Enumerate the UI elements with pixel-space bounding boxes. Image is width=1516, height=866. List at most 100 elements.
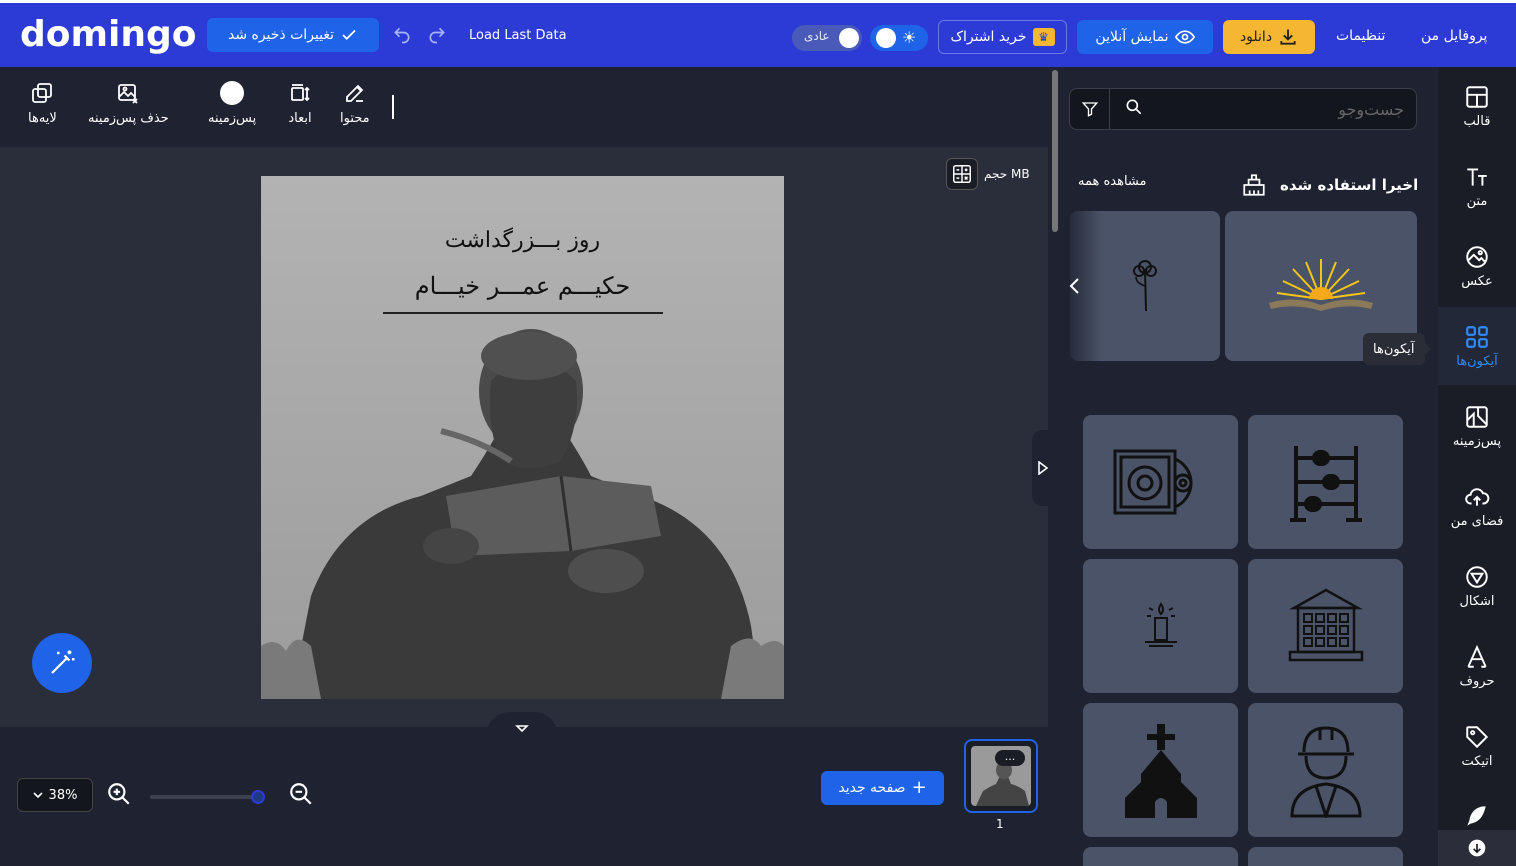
settings-link[interactable]: تنظیمات	[1336, 28, 1385, 44]
icon-card-church[interactable]	[1083, 703, 1238, 837]
dimensions-label: ابعاد	[288, 111, 312, 126]
color-swatch-icon	[220, 81, 245, 105]
search-input[interactable]	[1154, 95, 1404, 123]
content-label: محتوا	[340, 111, 370, 126]
page-thumbnail-image: ...	[971, 746, 1031, 806]
sidebar-item-photo[interactable]: عکس	[1438, 227, 1516, 305]
candle-icon	[1144, 602, 1177, 647]
icon-card-building[interactable]	[1248, 559, 1403, 693]
page-number: 1	[996, 817, 1004, 831]
chevron-down-icon	[515, 725, 529, 733]
undo-button[interactable]	[390, 23, 414, 47]
zoom-in-button[interactable]	[106, 781, 132, 807]
carousel-prev-button[interactable]	[1066, 276, 1084, 296]
load-last-data-button[interactable]: Load Last Data	[469, 20, 567, 50]
canvas-toolbar: محتوا ابعاد پس‌زمینه حذف پس‌زمینه لایه‌ه…	[0, 67, 1048, 147]
redo-button[interactable]	[425, 23, 449, 47]
page-thumbnail[interactable]: ...	[964, 739, 1038, 813]
artboard-title-line2[interactable]: حکیـــم عمـــر خیـــام	[261, 272, 784, 300]
zoom-out-button[interactable]	[288, 781, 314, 807]
size-label: حجم MB	[984, 167, 1030, 181]
file-size-indicator[interactable]: حجم MB	[946, 158, 1030, 190]
icon-card-partial[interactable]	[1083, 847, 1238, 866]
sidebar-item-label: آیکون‌ها	[1456, 353, 1498, 369]
recent-section-title: اخیرا استفاده شده	[1280, 176, 1419, 194]
dimensions-tool[interactable]: ابعاد	[288, 81, 312, 126]
layers-label: لایه‌ها	[28, 111, 57, 126]
calculator-icon	[946, 158, 978, 190]
online-preview-button[interactable]: نمایش آنلاین	[1077, 20, 1213, 54]
icon-card-abacus[interactable]	[1248, 415, 1403, 549]
sidebar-item-sticker[interactable]: اتیکت	[1438, 707, 1516, 785]
sidebar-item-my-space[interactable]: فضای من	[1438, 467, 1516, 545]
sidebar-item-label: قالب	[1463, 113, 1491, 129]
new-page-button[interactable]: صفحه جدید +	[821, 771, 944, 805]
filter-icon	[1081, 102, 1098, 117]
logo[interactable]: domingo	[20, 13, 196, 57]
remove-bg-label: حذف پس‌زمینه	[88, 111, 169, 126]
collapse-bottom-button[interactable]	[486, 712, 558, 736]
icon-card-cassette[interactable]	[1083, 415, 1238, 549]
filter-button[interactable]	[1070, 89, 1110, 129]
letters-icon	[1467, 644, 1487, 668]
icon-card-worker[interactable]	[1248, 703, 1403, 837]
zoom-in-icon	[108, 783, 130, 805]
zoom-select[interactable]: 38%	[17, 778, 93, 812]
zoom-slider-track[interactable]	[150, 795, 264, 799]
sidebar-item-label: اتیکت	[1461, 753, 1493, 769]
upload-cloud-icon	[1465, 487, 1490, 506]
sidebar-item-shapes[interactable]: اشکال	[1438, 547, 1516, 625]
template-icon	[1466, 85, 1488, 108]
text-icon	[1467, 167, 1487, 186]
content-tool[interactable]: محتوا	[340, 81, 370, 126]
background-label: پس‌زمینه	[208, 111, 257, 126]
artboard-title-line1[interactable]: روز بـــزرگداشت	[261, 228, 784, 253]
sidebar-item-more[interactable]	[1438, 787, 1516, 831]
download-label: دانلود	[1239, 29, 1273, 45]
profile-link[interactable]: پروفایل من	[1421, 28, 1487, 44]
background-tool[interactable]: پس‌زمینه	[208, 81, 256, 126]
sidebar-item-label: حروف	[1459, 673, 1495, 689]
check-icon	[342, 29, 356, 41]
chevron-down-icon	[32, 792, 43, 799]
chevron-left-icon	[1069, 278, 1079, 294]
arrow-down-circle-icon	[1468, 839, 1486, 857]
sidebar-item-text[interactable]: متن	[1438, 147, 1516, 225]
icon-card-candle[interactable]	[1083, 559, 1238, 693]
sidebar-item-template[interactable]: قالب	[1438, 67, 1516, 145]
layers-icon	[32, 83, 53, 103]
sidebar-tooltip: آیکون‌ها	[1363, 333, 1430, 365]
panel-scrollbar[interactable]	[1048, 67, 1062, 866]
feather-icon	[1467, 806, 1486, 826]
zoom-slider-fill	[150, 795, 259, 799]
sidebar-item-icons[interactable]: آیکون‌ها	[1438, 307, 1516, 385]
mode-toggle[interactable]: عادی	[792, 25, 862, 51]
photo-icon	[1466, 245, 1488, 268]
subscribe-button[interactable]: خرید اشتراک ♛	[938, 20, 1067, 54]
sidebar-scroll-down-button[interactable]	[1438, 830, 1516, 866]
download-icon	[1280, 29, 1296, 45]
page-menu-button[interactable]: ...	[995, 750, 1025, 766]
download-button[interactable]: دانلود	[1223, 20, 1315, 54]
sun-icon: ☀	[902, 28, 917, 47]
search-box	[1069, 88, 1417, 130]
magic-wand-button[interactable]	[32, 633, 92, 693]
icon-card-partial[interactable]	[1248, 847, 1403, 866]
search-icon[interactable]	[1124, 97, 1144, 117]
edit-icon	[345, 84, 364, 102]
sidebar-item-background[interactable]: پس‌زمینه	[1438, 387, 1516, 465]
sidebar-item-letters[interactable]: حروف	[1438, 627, 1516, 705]
image-remove-icon	[118, 84, 138, 104]
redo-icon	[429, 27, 445, 44]
plus-icon: +	[911, 777, 927, 798]
church-icon	[1124, 724, 1197, 818]
toggle-knob	[876, 28, 896, 48]
theme-toggle[interactable]: ☀	[870, 25, 928, 51]
scrollbar-thumb[interactable]	[1052, 70, 1058, 232]
remove-background-tool[interactable]: حذف پس‌زمینه	[88, 81, 169, 126]
saved-status-button[interactable]: تغییرات ذخیره شد	[207, 18, 379, 52]
shapes-icon	[1466, 565, 1488, 588]
layers-tool[interactable]: لایه‌ها	[28, 81, 57, 126]
see-all-link[interactable]: مشاهده همه	[1078, 174, 1147, 189]
design-artboard[interactable]: روز بـــزرگداشت حکیـــم عمـــر خیـــام	[261, 176, 784, 699]
